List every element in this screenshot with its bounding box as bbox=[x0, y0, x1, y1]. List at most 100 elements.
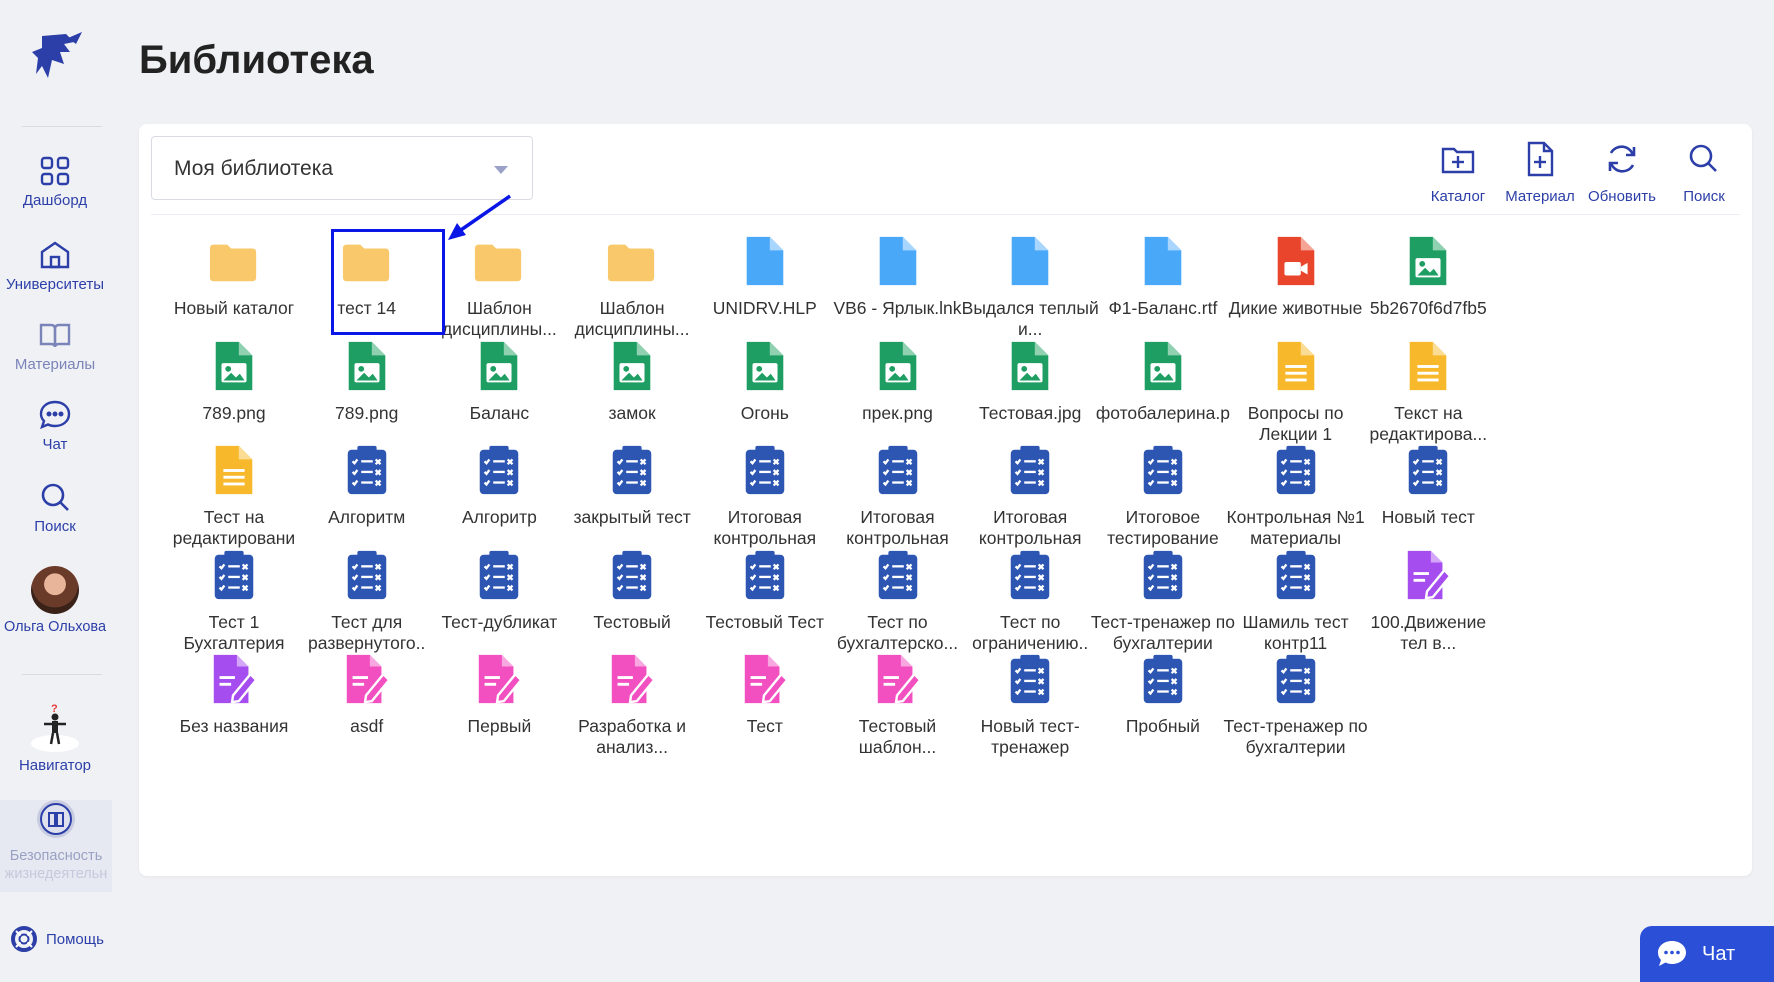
svg-text:?: ? bbox=[51, 703, 58, 715]
logo-icon[interactable] bbox=[28, 30, 84, 82]
arrow-annotation bbox=[448, 194, 511, 240]
file-item[interactable]: Огонь bbox=[692, 339, 838, 424]
image-file-icon bbox=[606, 339, 658, 393]
file-item[interactable]: VB6 - Ярлык.lnk bbox=[825, 234, 971, 319]
item-name: Шамиль тест контр11 bbox=[1242, 611, 1349, 653]
file-item[interactable]: закрытый тест bbox=[559, 443, 705, 528]
item-name: Пробный bbox=[1125, 716, 1200, 736]
file-icon bbox=[739, 234, 791, 288]
item-name: Ф1-Баланс.rtf bbox=[1108, 298, 1218, 318]
file-item[interactable]: Ф1-Баланс.rtf bbox=[1090, 234, 1236, 319]
file-item[interactable]: Текст на редактирова... bbox=[1355, 339, 1501, 445]
file-item[interactable]: asdf bbox=[294, 652, 440, 737]
file-icon bbox=[1137, 234, 1189, 288]
item-name: 789.png bbox=[335, 402, 399, 423]
refresh-label: Обновить bbox=[1588, 188, 1656, 205]
file-item[interactable]: Дикие животные bbox=[1223, 234, 1369, 319]
file-item[interactable]: Первый bbox=[426, 652, 572, 737]
file-item[interactable]: Итоговая контрольная bbox=[692, 443, 838, 549]
sidebar-item-universities[interactable]: Университеты bbox=[0, 238, 110, 294]
file-item[interactable]: Контрольная №1 материалы bbox=[1223, 443, 1369, 549]
file-item[interactable]: Разработка и анализ... bbox=[559, 652, 705, 758]
sidebar-item-chat[interactable]: Чат bbox=[0, 398, 110, 454]
item-name: Тест-тренажер по бухгалтерии bbox=[1223, 716, 1368, 757]
chat-button[interactable]: Чат bbox=[1640, 926, 1774, 982]
sidebar-item-navigator[interactable]: ? Навигатор bbox=[0, 700, 110, 775]
item-name: Итоговое тестирование bbox=[1107, 507, 1219, 548]
file-item[interactable]: фотобалерина.p bbox=[1090, 339, 1236, 424]
file-item[interactable]: UNIDRV.HLP bbox=[692, 234, 838, 319]
item-name: Без названия bbox=[179, 716, 289, 736]
file-item[interactable]: Алгоритм bbox=[294, 443, 440, 528]
folder-item[interactable]: Новый каталог bbox=[161, 234, 307, 319]
file-item[interactable]: Тестовая.jpg bbox=[957, 339, 1103, 424]
add-catalog-button[interactable]: Каталог bbox=[1422, 136, 1494, 205]
file-item[interactable]: Итоговое тестирование bbox=[1090, 443, 1236, 549]
help-link[interactable]: Помощь bbox=[10, 925, 104, 953]
chat-button-label: Чат bbox=[1702, 942, 1736, 965]
file-item[interactable]: Алгоритр bbox=[426, 443, 572, 528]
sidebar-item-bzh[interactable]: Безопасность жизнедеятельн bbox=[0, 800, 112, 892]
file-item[interactable]: Тест для развернутого.. bbox=[294, 548, 440, 654]
file-item[interactable]: Новый тест bbox=[1355, 443, 1501, 528]
file-item[interactable]: Итоговая контрольная bbox=[825, 443, 971, 549]
sidebar-item-materials[interactable]: Материалы bbox=[0, 318, 110, 374]
file-item[interactable]: Пробный bbox=[1090, 652, 1236, 737]
sidebar-user-profile[interactable]: Ольга Ольхова bbox=[0, 566, 110, 636]
file-item[interactable]: Тест 1 Бухгалтерия bbox=[161, 548, 307, 654]
test-checklist-icon bbox=[1402, 443, 1454, 497]
edit-document-icon bbox=[872, 652, 924, 706]
file-item[interactable]: Шамиль тест контр11 bbox=[1223, 548, 1369, 654]
file-item[interactable]: Тест bbox=[692, 652, 838, 737]
sidebar-item-label: Поиск bbox=[34, 518, 76, 535]
file-item[interactable]: Вопросы по Лекции 1 bbox=[1223, 339, 1369, 445]
test-checklist-icon bbox=[341, 548, 393, 602]
file-item[interactable]: замок bbox=[559, 339, 705, 424]
item-name: Баланс bbox=[469, 402, 530, 423]
test-checklist-icon bbox=[1004, 443, 1056, 497]
file-item[interactable]: Итоговая контрольная bbox=[957, 443, 1103, 549]
file-item[interactable]: Тест-дубликат bbox=[426, 548, 572, 633]
file-item[interactable]: Тест-тренажер по бухгалтерии bbox=[1090, 548, 1236, 654]
image-file-icon bbox=[1004, 339, 1056, 393]
test-checklist-icon bbox=[1270, 443, 1322, 497]
document-icon bbox=[1402, 339, 1454, 393]
refresh-icon bbox=[1608, 145, 1636, 173]
file-item[interactable]: Тест по бухгалтерско... bbox=[825, 548, 971, 654]
test-checklist-icon bbox=[739, 548, 791, 602]
panel-divider bbox=[151, 214, 1740, 215]
file-item[interactable]: Новый тест-тренажер bbox=[957, 652, 1103, 758]
folder-item[interactable]: Шаблон дисциплины... bbox=[559, 234, 705, 340]
add-catalog-label: Каталог bbox=[1430, 188, 1486, 205]
file-item[interactable]: Тестовый Тест bbox=[692, 548, 838, 633]
file-item[interactable]: 100.Движение тел в... bbox=[1355, 548, 1501, 654]
file-item[interactable]: Тест по ограничению.. bbox=[957, 548, 1103, 654]
file-item[interactable]: прек.png bbox=[825, 339, 971, 424]
search-button[interactable]: Поиск bbox=[1668, 136, 1740, 205]
file-item[interactable]: Выдался теплый и... bbox=[957, 234, 1103, 340]
file-icon bbox=[1004, 234, 1056, 288]
file-item[interactable]: 789.png bbox=[161, 339, 307, 424]
sidebar-item-search[interactable]: Поиск bbox=[0, 480, 110, 536]
file-item[interactable]: Без названия bbox=[161, 652, 307, 737]
item-name: Новый тест-тренажер bbox=[980, 716, 1080, 757]
add-material-button[interactable]: Материал bbox=[1504, 136, 1576, 205]
item-name: замок bbox=[608, 402, 656, 423]
refresh-button[interactable]: Обновить bbox=[1586, 136, 1658, 205]
file-item[interactable]: Тест-тренажер по бухгалтерии bbox=[1223, 652, 1369, 758]
file-item[interactable]: Тестовый bbox=[559, 548, 705, 633]
file-item[interactable]: Тестовый шаблон... bbox=[825, 652, 971, 758]
item-name: Тест-дубликат bbox=[441, 611, 558, 632]
file-item[interactable]: Баланс bbox=[426, 339, 572, 424]
user-name: Ольга Ольхова bbox=[3, 619, 107, 635]
image-file-icon bbox=[872, 339, 924, 393]
item-name: Итоговая контрольная bbox=[846, 507, 949, 548]
file-item[interactable]: 5b2670f6d7fb5 bbox=[1355, 234, 1501, 319]
file-item[interactable]: Тест на редактировани bbox=[161, 443, 307, 549]
folder-plus-icon bbox=[1441, 147, 1475, 174]
item-name: Тестовый bbox=[593, 611, 671, 632]
item-name: Тест bbox=[746, 716, 783, 736]
document-icon bbox=[1270, 339, 1322, 393]
sidebar-item-dashboard[interactable]: Дашборд bbox=[0, 154, 110, 210]
file-item[interactable]: 789.png bbox=[294, 339, 440, 424]
